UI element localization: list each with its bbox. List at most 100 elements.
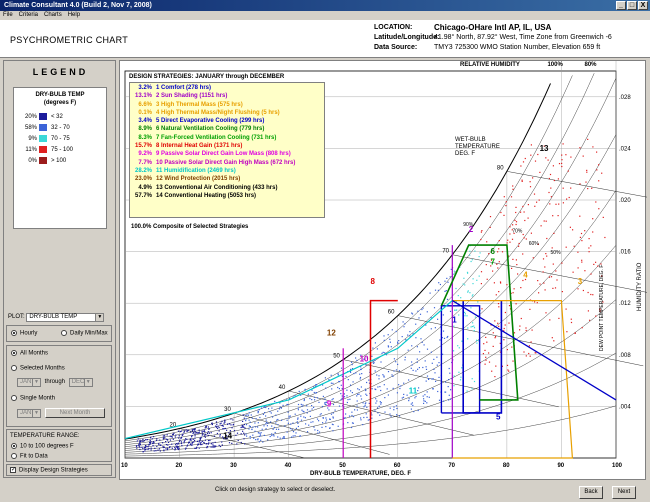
data-point — [410, 408, 412, 410]
close-button[interactable]: X — [638, 1, 648, 10]
fit-data-radio[interactable]: Fit to Data — [11, 453, 48, 460]
data-point — [504, 311, 506, 314]
data-point — [365, 389, 367, 392]
menu-criteria[interactable]: Criteria — [19, 11, 38, 20]
data-point — [553, 179, 555, 182]
to-month-select[interactable]: DEC ▼ — [68, 378, 93, 387]
data-point — [581, 240, 583, 242]
data-point — [139, 441, 141, 443]
data-point — [352, 422, 354, 424]
maximize-button[interactable]: □ — [627, 1, 637, 10]
strategy-label: 9 Passive Solar Direct Gain Low Mass (80… — [156, 151, 291, 158]
plot-select[interactable]: DRY-BULB TEMP ▼ — [26, 313, 105, 322]
data-point — [275, 428, 278, 430]
next-button[interactable]: Next — [612, 486, 636, 499]
all-months-radio[interactable]: All Months — [11, 350, 48, 357]
strategy-item[interactable]: 9.2% 9 Passive Solar Direct Gain Low Mass… — [130, 150, 324, 158]
data-point — [513, 288, 515, 290]
data-point — [249, 437, 251, 439]
strategy-item[interactable]: 3.4% 5 Direct Evaporative Cooling (299 hr… — [130, 117, 324, 125]
strategy-item[interactable]: 7.7% 10 Passive Solar Direct Gain High Ma… — [130, 159, 324, 167]
strategy-item[interactable]: 0.1% 4 High Thermal Mass/Night Flushing (… — [130, 109, 324, 117]
single-month-radio[interactable]: Single Month — [11, 395, 55, 402]
data-point — [509, 241, 511, 243]
range-10-100-radio[interactable]: 10 to 100 degrees F — [11, 443, 74, 450]
data-point — [590, 293, 592, 296]
data-point — [512, 224, 514, 226]
data-point — [360, 417, 362, 419]
data-point — [423, 400, 425, 402]
data-point — [364, 388, 366, 390]
data-point — [525, 238, 527, 240]
data-point — [374, 388, 376, 390]
data-point — [196, 440, 199, 442]
data-point — [271, 434, 273, 437]
composite-label[interactable]: 100.0% Composite of Selected Strategies — [131, 224, 248, 230]
data-point — [546, 255, 548, 257]
data-point — [595, 201, 597, 203]
data-point — [473, 380, 476, 383]
data-point — [176, 448, 179, 450]
data-point — [403, 326, 405, 328]
data-point — [365, 364, 367, 366]
strategy-item[interactable]: 57.7% 14 Conventional Heating (5053 hrs) — [130, 192, 324, 200]
data-point — [187, 430, 189, 432]
data-point — [309, 397, 311, 400]
strategy-item[interactable]: 4.9% 13 Conventional Air Conditioning (43… — [130, 184, 324, 192]
menu-file[interactable]: File — [3, 11, 13, 20]
menu-help[interactable]: Help — [68, 11, 80, 20]
data-point — [515, 206, 517, 208]
daily-radio[interactable]: Daily Min/Max — [61, 330, 108, 337]
radio-icon — [61, 330, 67, 336]
strategies-list: 3.2% 1 Comfort (278 hrs) 13.1% 2 Sun Shadin… — [130, 84, 324, 200]
zone-number-label: 9 — [327, 399, 332, 408]
menu-charts[interactable]: Charts — [44, 11, 62, 20]
data-point — [410, 367, 412, 369]
wetbulb-tick-label: 30 — [224, 407, 231, 413]
next-month-button[interactable]: Next Month — [45, 408, 105, 418]
back-button[interactable]: Back — [579, 486, 603, 499]
data-point — [332, 412, 334, 414]
data-point — [467, 291, 469, 293]
single-month-select[interactable]: JAN ▼ — [17, 409, 41, 418]
strategy-item[interactable]: 15.7% 8 Internal Heat Gain (1371 hrs) — [130, 142, 324, 150]
data-point — [196, 446, 198, 448]
data-point — [430, 328, 432, 330]
data-point — [561, 154, 563, 156]
display-strategies-checkbox[interactable]: ✓ Display Design Strategies — [10, 467, 88, 474]
data-point — [200, 441, 202, 443]
data-point — [340, 367, 343, 369]
data-point — [260, 435, 262, 437]
strategy-item[interactable]: 28.2% 11 Humidification (2469 hrs) — [130, 167, 324, 175]
strategy-item[interactable]: 3.2% 1 Comfort (278 hrs) — [130, 84, 324, 92]
zone-number-label: 4 — [523, 270, 528, 279]
data-point — [395, 369, 398, 371]
minimize-button[interactable]: _ — [616, 1, 626, 10]
strategy-item[interactable]: 6.6% 3 High Thermal Mass (575 hrs) — [130, 101, 324, 109]
display-strategies-group: ✓ Display Design Strategies — [6, 464, 112, 476]
through-label: through — [44, 379, 66, 385]
check-icon: ✓ — [10, 467, 17, 473]
data-point — [167, 444, 169, 446]
data-point — [431, 362, 433, 364]
data-point — [567, 170, 569, 172]
selected-months-radio[interactable]: Selected Months — [11, 365, 65, 372]
rh-mark-label: 90% — [463, 222, 474, 228]
from-month-select[interactable]: JAN ▼ — [17, 378, 41, 387]
data-point — [466, 315, 468, 317]
strategy-item[interactable]: 23.0% 12 Wind Protection (2015 hrs) — [130, 175, 324, 183]
strategy-item[interactable]: 8.9% 6 Natural Ventilation Cooling (779 h… — [130, 125, 324, 133]
data-point — [556, 279, 558, 281]
data-point — [476, 279, 478, 281]
hr-tick-label: .012 — [619, 301, 631, 307]
data-point — [439, 283, 441, 286]
strategy-item[interactable]: 8.3% 7 Fan-Forced Ventilation Cooling (73… — [130, 134, 324, 142]
data-point — [544, 289, 546, 291]
strategy-item[interactable]: 13.1% 2 Sun Shading (1151 hrs) — [130, 92, 324, 100]
data-point — [359, 376, 362, 379]
data-point — [206, 432, 209, 434]
data-point — [364, 405, 366, 407]
hourly-radio[interactable]: Hourly — [11, 330, 37, 337]
data-point — [408, 400, 410, 402]
data-point — [574, 332, 576, 334]
